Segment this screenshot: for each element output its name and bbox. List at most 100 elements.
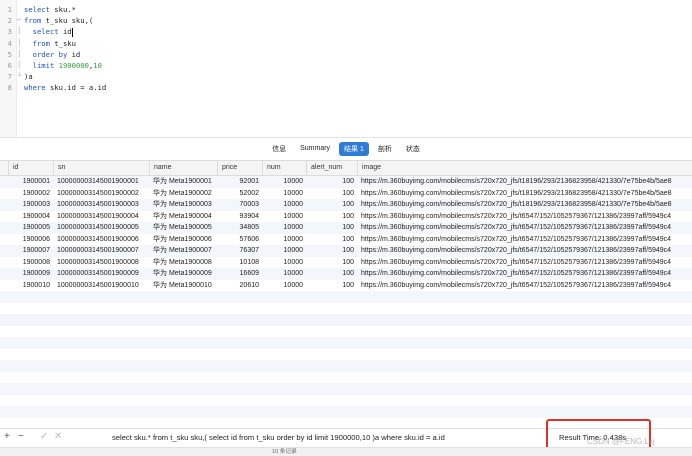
- fold-marker[interactable]: └: [17, 71, 21, 82]
- cell-alert-num[interactable]: 100: [306, 280, 357, 292]
- tab-profile[interactable]: 剖析: [373, 142, 397, 156]
- cell-image[interactable]: https://m.360buyimg.com/mobilecms/s720x7…: [357, 257, 692, 269]
- sql-editor[interactable]: 1 select sku.* 2 ⌐ from t_sku sku,(3 │ select…: [0, 0, 692, 138]
- cell-alert-num[interactable]: 100: [306, 268, 357, 280]
- cell-image[interactable]: https://m.360buyimg.com/mobilecms/s720x7…: [357, 222, 692, 234]
- cell-num[interactable]: 10000: [262, 280, 306, 292]
- cell-image[interactable]: https://m.360buyimg.com/mobilecms/s720x7…: [357, 199, 692, 211]
- delete-row-icon[interactable]: −: [18, 431, 24, 442]
- cell-image[interactable]: https://m.360buyimg.com/mobilecms/s720x7…: [357, 280, 692, 292]
- tab-status[interactable]: 状态: [401, 142, 425, 156]
- tab-summary[interactable]: Summary: [295, 143, 335, 154]
- cell-alert-num[interactable]: 100: [306, 245, 357, 257]
- column-header-sn[interactable]: sn: [53, 161, 149, 175]
- cell-name[interactable]: 华为 Meta1900002: [149, 188, 217, 200]
- cell-image[interactable]: https://m.360buyimg.com/mobilecms/s720x7…: [357, 188, 692, 200]
- column-header-price[interactable]: price: [217, 161, 262, 175]
- cell-name[interactable]: 华为 Meta1900005: [149, 222, 217, 234]
- add-row-icon[interactable]: +: [4, 431, 10, 442]
- cell-alert-num[interactable]: 100: [306, 211, 357, 223]
- cell-price[interactable]: 52002: [217, 188, 262, 200]
- table-row[interactable]: 1900007 100000003145001900007 华为 Meta19000…: [0, 245, 692, 257]
- cell-sn[interactable]: 100000003145001900007: [53, 245, 149, 257]
- cell-sn[interactable]: 100000003145001900001: [53, 176, 149, 188]
- cell-id[interactable]: 1900005: [0, 222, 53, 234]
- cell-image[interactable]: https://m.360buyimg.com/mobilecms/s720x7…: [357, 234, 692, 246]
- column-header-num[interactable]: num: [262, 161, 306, 175]
- cell-price[interactable]: 57606: [217, 234, 262, 246]
- cell-image[interactable]: https://m.360buyimg.com/mobilecms/s720x7…: [357, 268, 692, 280]
- table-row[interactable]: 1900009 100000003145001900009 华为 Meta19000…: [0, 268, 692, 280]
- cell-price[interactable]: 20610: [217, 280, 262, 292]
- cell-num[interactable]: 10000: [262, 245, 306, 257]
- table-row[interactable]: 1900006 100000003145001900006 华为 Meta19000…: [0, 234, 692, 246]
- cell-id[interactable]: 1900009: [0, 268, 53, 280]
- cell-num[interactable]: 10000: [262, 268, 306, 280]
- cell-image[interactable]: https://m.360buyimg.com/mobilecms/s720x7…: [357, 211, 692, 223]
- discard-changes-icon[interactable]: ✕: [54, 431, 62, 442]
- cell-name[interactable]: 华为 Meta1900004: [149, 211, 217, 223]
- table-row[interactable]: 1900005 100000003145001900005 华为 Meta19000…: [0, 222, 692, 234]
- cell-num[interactable]: 10000: [262, 257, 306, 269]
- fold-marker[interactable]: │: [17, 60, 21, 71]
- cell-name[interactable]: 华为 Meta1900003: [149, 199, 217, 211]
- cell-num[interactable]: 10000: [262, 222, 306, 234]
- table-row[interactable]: 1900003 100000003145001900003 华为 Meta19000…: [0, 199, 692, 211]
- fold-marker[interactable]: ⌐: [17, 15, 21, 26]
- fold-marker[interactable]: │: [17, 38, 21, 49]
- cell-alert-num[interactable]: 100: [306, 257, 357, 269]
- cell-sn[interactable]: 100000003145001900006: [53, 234, 149, 246]
- cell-num[interactable]: 10000: [262, 211, 306, 223]
- cell-sn[interactable]: 100000003145001900005: [53, 222, 149, 234]
- column-header-image[interactable]: image: [357, 161, 692, 175]
- cell-num[interactable]: 10000: [262, 234, 306, 246]
- column-header-id[interactable]: id: [8, 161, 53, 175]
- cell-id[interactable]: 1900003: [0, 199, 53, 211]
- cell-num[interactable]: 10000: [262, 176, 306, 188]
- fold-marker[interactable]: │: [17, 26, 21, 37]
- cell-price[interactable]: 93904: [217, 211, 262, 223]
- cell-alert-num[interactable]: 100: [306, 222, 357, 234]
- cell-name[interactable]: 华为 Meta1900008: [149, 257, 217, 269]
- tab-result-1[interactable]: 结果 1: [339, 141, 369, 156]
- cell-image[interactable]: https://m.360buyimg.com/mobilecms/s720x7…: [357, 176, 692, 188]
- table-row[interactable]: 1900001 100000003145001900001 华为 Meta19000…: [0, 176, 692, 188]
- cell-price[interactable]: 70003: [217, 199, 262, 211]
- cell-id[interactable]: 1900010: [0, 280, 53, 292]
- cell-alert-num[interactable]: 100: [306, 176, 357, 188]
- cell-price[interactable]: 92001: [217, 176, 262, 188]
- cell-id[interactable]: 1900008: [0, 257, 53, 269]
- cell-sn[interactable]: 100000003145001900008: [53, 257, 149, 269]
- cell-price[interactable]: 76307: [217, 245, 262, 257]
- cell-image[interactable]: https://m.360buyimg.com/mobilecms/s720x7…: [357, 245, 692, 257]
- cell-sn[interactable]: 100000003145001900009: [53, 268, 149, 280]
- cell-alert-num[interactable]: 100: [306, 199, 357, 211]
- cell-alert-num[interactable]: 100: [306, 188, 357, 200]
- table-row[interactable]: 1900008 100000003145001900008 华为 Meta19000…: [0, 257, 692, 269]
- cell-name[interactable]: 华为 Meta1900010: [149, 280, 217, 292]
- cell-name[interactable]: 华为 Meta1900007: [149, 245, 217, 257]
- cell-sn[interactable]: 100000003145001900002: [53, 188, 149, 200]
- cell-price[interactable]: 10108: [217, 257, 262, 269]
- cell-name[interactable]: 华为 Meta1900009: [149, 268, 217, 280]
- result-grid[interactable]: id sn name price num alert_num image 1900001 10…: [0, 160, 692, 428]
- cell-id[interactable]: 1900002: [0, 188, 53, 200]
- cell-sn[interactable]: 100000003145001900003: [53, 199, 149, 211]
- cell-alert-num[interactable]: 100: [306, 234, 357, 246]
- table-row[interactable]: 1900004 100000003145001900004 华为 Meta19000…: [0, 211, 692, 223]
- apply-changes-icon[interactable]: ✓: [40, 431, 48, 442]
- cell-num[interactable]: 10000: [262, 199, 306, 211]
- cell-name[interactable]: 华为 Meta1900001: [149, 176, 217, 188]
- fold-marker[interactable]: │: [17, 49, 21, 60]
- tab-info[interactable]: 信息: [267, 142, 291, 156]
- table-row[interactable]: 1900002 100000003145001900002 华为 Meta19000…: [0, 188, 692, 200]
- cell-num[interactable]: 10000: [262, 188, 306, 200]
- cell-price[interactable]: 16609: [217, 268, 262, 280]
- cell-name[interactable]: 华为 Meta1900006: [149, 234, 217, 246]
- cell-id[interactable]: 1900007: [0, 245, 53, 257]
- cell-price[interactable]: 34805: [217, 222, 262, 234]
- column-header-alert-num[interactable]: alert_num: [306, 161, 357, 175]
- table-row[interactable]: 1900010 100000003145001900010 华为 Meta19000…: [0, 280, 692, 292]
- cell-id[interactable]: 1900004: [0, 211, 53, 223]
- column-header-name[interactable]: name: [149, 161, 217, 175]
